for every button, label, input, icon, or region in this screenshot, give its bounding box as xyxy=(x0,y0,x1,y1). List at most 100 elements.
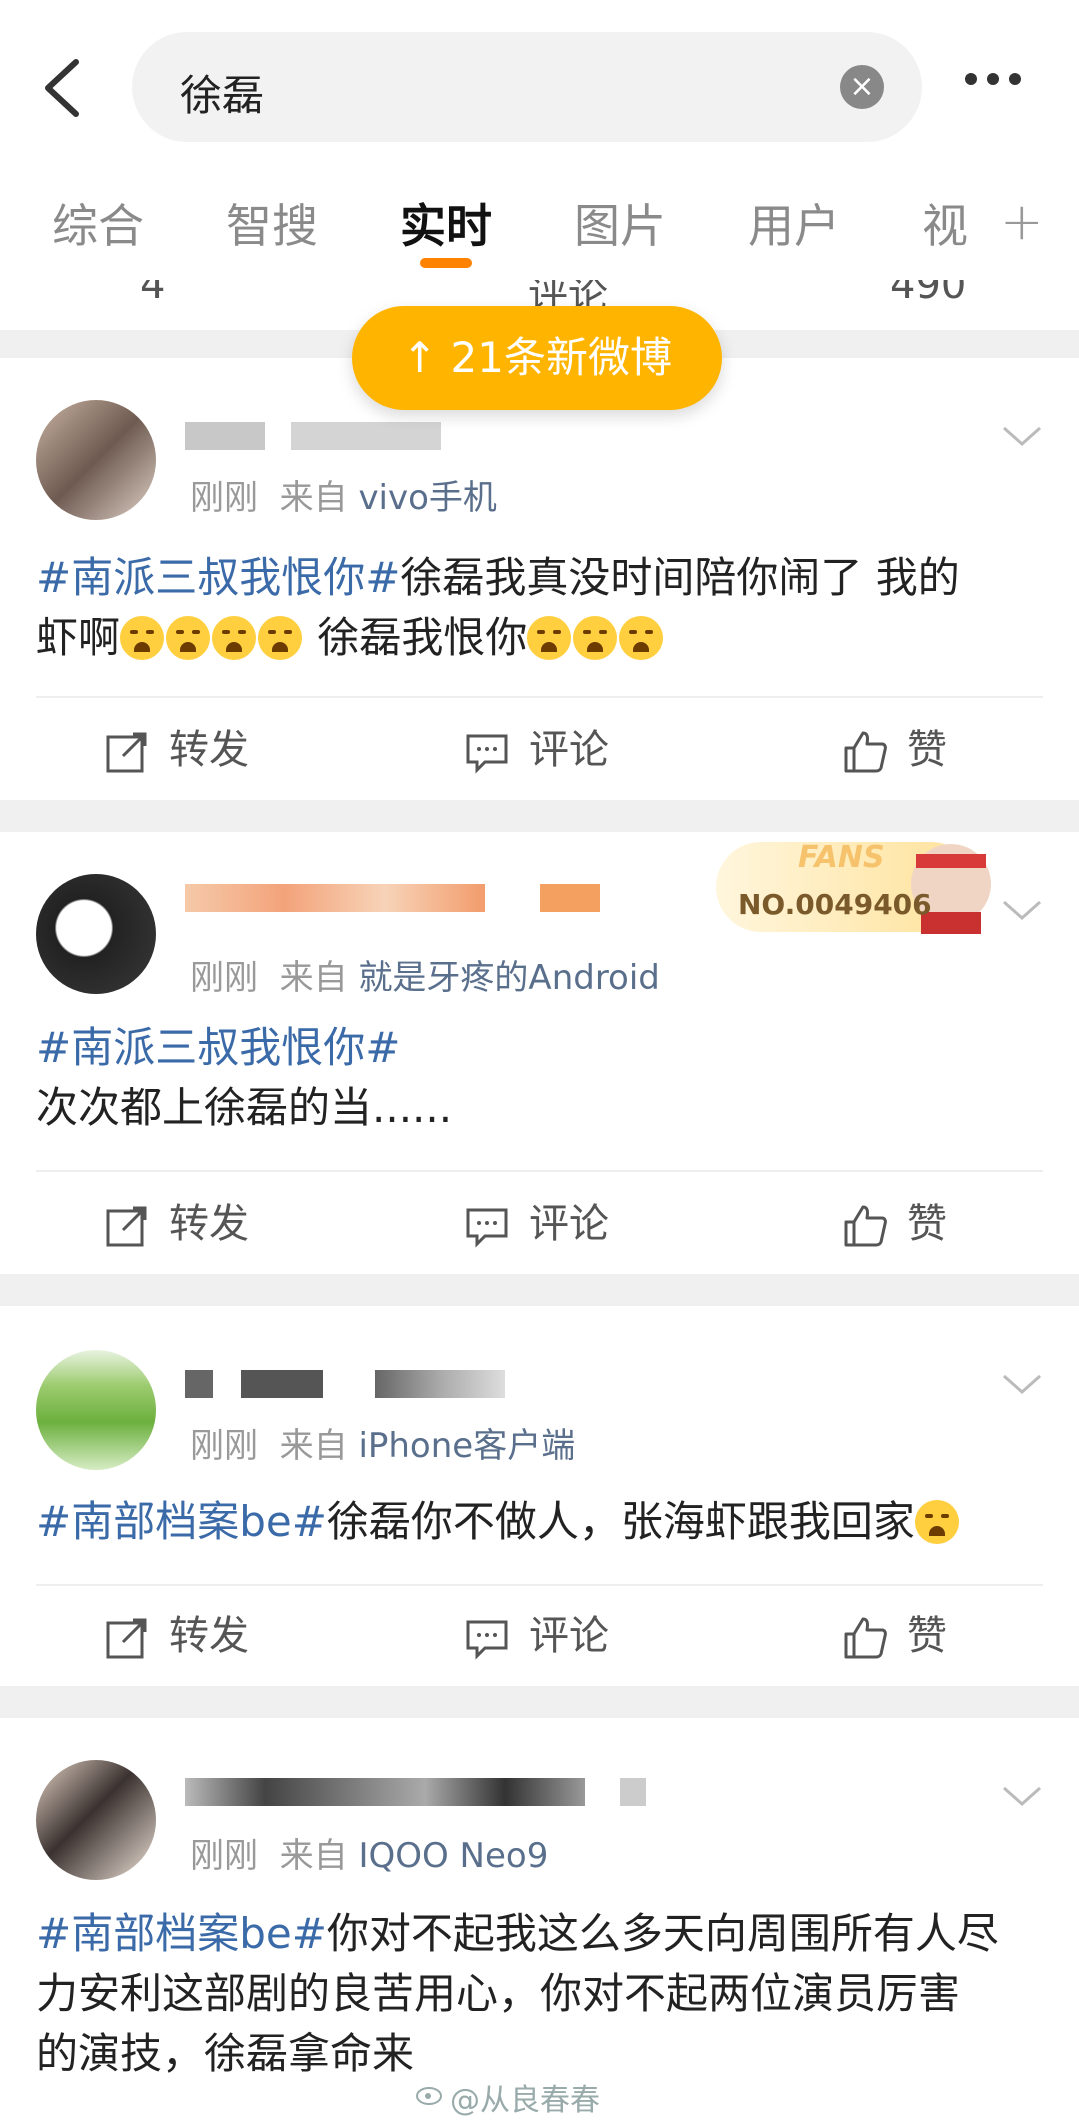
thumbs-up-icon xyxy=(844,1205,887,1247)
post-from-label: 来自 xyxy=(279,478,348,518)
post-meta: 刚刚 来自 IQOO Neo9 xyxy=(190,1828,548,1877)
post-time: 刚刚 xyxy=(190,1836,258,1876)
chevron-down-icon[interactable] xyxy=(1000,1368,1044,1398)
post-text: #南部档案be#你对不起我这么多天向周围所有人尽 力安利这部剧的良苦用心，你对不… xyxy=(36,1904,1046,2084)
crying-emoji-icon xyxy=(166,616,211,660)
repost-icon xyxy=(106,1206,147,1247)
post-source: vivo手机 xyxy=(358,478,497,518)
post-meta: 刚刚 来自 vivo手机 xyxy=(190,470,497,519)
like-button[interactable]: 赞 xyxy=(843,1194,1003,1254)
active-tab-indicator xyxy=(420,258,472,268)
post-source: iPhone客户端 xyxy=(358,1426,576,1466)
repost-button[interactable]: 转发 xyxy=(105,1606,305,1666)
post-source: IQOO Neo9 xyxy=(358,1836,549,1876)
post-time: 刚刚 xyxy=(190,478,258,518)
repost-button[interactable]: 转发 xyxy=(105,1194,305,1254)
comment-label: 评论 xyxy=(529,1613,609,1659)
weibo-logo-icon xyxy=(416,2087,442,2105)
chevron-down-icon[interactable] xyxy=(1000,420,1044,450)
post-time: 刚刚 xyxy=(190,1426,258,1466)
chevron-down-icon[interactable] xyxy=(1000,1780,1044,1810)
avatar[interactable] xyxy=(36,400,156,520)
search-box[interactable]: 徐磊 × xyxy=(132,32,922,142)
comment-button[interactable]: 评论 xyxy=(465,720,665,780)
post-meta: 刚刚 来自 就是牙疼的Android xyxy=(190,950,660,999)
post-source: 就是牙疼的Android xyxy=(358,958,660,998)
tab-realtime[interactable]: 实时 xyxy=(400,190,492,256)
crying-emoji-icon xyxy=(258,616,303,660)
like-label: 赞 xyxy=(907,727,947,773)
post-text-line1: 徐磊我真没时间陪你闹了 我的 xyxy=(400,553,960,602)
watermark: @从良春春 xyxy=(450,2083,600,2118)
post-text-line1: 徐磊你不做人，张海虾跟我回家 xyxy=(326,1497,915,1546)
tab-images[interactable]: 图片 xyxy=(574,190,666,256)
post-text-line1: 次次都上徐磊的当...... xyxy=(36,1083,453,1132)
crying-emoji-icon xyxy=(527,616,572,660)
comment-label: 评论 xyxy=(529,1201,609,1247)
post-from-label: 来自 xyxy=(279,958,348,998)
crying-emoji-icon xyxy=(120,616,165,660)
tab-bar: 综合 智搜 实时 图片 用户 视 + xyxy=(0,178,1079,280)
post-text: #南部档案be#徐磊你不做人，张海虾跟我回家 xyxy=(36,1492,1046,1552)
tab-users[interactable]: 用户 xyxy=(748,190,840,256)
comment-label: 评论 xyxy=(529,727,609,773)
repost-icon xyxy=(106,732,147,773)
post-text-line2: 力安利这部剧的良苦用心，你对不起两位演员厉害 xyxy=(36,1969,961,2018)
clear-search-icon[interactable]: × xyxy=(840,65,884,109)
back-arrow-icon[interactable] xyxy=(40,58,90,118)
repost-label: 转发 xyxy=(169,727,249,773)
repost-button[interactable]: 转发 xyxy=(105,720,305,780)
hashtag-link[interactable]: #南部档案be# xyxy=(36,1909,327,1958)
post-card: 刚刚 来自 IQOO Neo9 #南部档案be#你对不起我这么多天向周围所有人尽… xyxy=(0,1718,1079,2128)
post-text-line1: 你对不起我这么多天向周围所有人尽 xyxy=(326,1909,999,1958)
hashtag-link[interactable]: #南派三叔我恨你# xyxy=(36,1023,400,1072)
like-label: 赞 xyxy=(907,1613,947,1659)
search-input[interactable]: 徐磊 xyxy=(180,62,264,123)
prev-repost-count[interactable]: 4 xyxy=(140,280,165,308)
tab-comprehensive[interactable]: 综合 xyxy=(52,190,144,256)
post-text-line3: 的演技，徐磊拿命来 xyxy=(36,2029,415,2078)
post-text: #南派三叔我恨你# 次次都上徐磊的当...... xyxy=(36,1018,1046,1138)
avatar[interactable] xyxy=(36,874,156,994)
divider xyxy=(36,696,1043,698)
comment-button[interactable]: 评论 xyxy=(465,1606,665,1666)
post-time: 刚刚 xyxy=(190,958,258,998)
fans-label: FANS xyxy=(798,840,885,875)
like-button[interactable]: 赞 xyxy=(843,1606,1003,1666)
post-text-line3: 徐磊我恨你 xyxy=(304,613,528,662)
divider xyxy=(36,1170,1043,1172)
chevron-down-icon[interactable] xyxy=(1000,894,1044,924)
post-card: 刚刚 来自 vivo手机 #南派三叔我恨你#徐磊我真没时间陪你闹了 我的 虾啊 … xyxy=(0,358,1079,800)
crying-emoji-icon xyxy=(619,616,664,660)
comment-button[interactable]: 评论 xyxy=(465,1194,665,1254)
crying-emoji-icon xyxy=(914,1500,959,1544)
add-tab-icon[interactable]: + xyxy=(1000,192,1044,252)
crying-emoji-icon xyxy=(212,616,257,660)
like-button[interactable]: 赞 xyxy=(843,720,1003,780)
repost-label: 转发 xyxy=(169,1613,249,1659)
fans-number: NO.0049406 xyxy=(738,888,932,921)
post-meta: 刚刚 来自 iPhone客户端 xyxy=(190,1418,575,1467)
new-posts-pill[interactable]: ↑ 21条新微博 xyxy=(352,306,722,410)
tab-smart-search[interactable]: 智搜 xyxy=(226,190,318,256)
new-posts-label: 21条新微博 xyxy=(450,333,672,382)
hashtag-link[interactable]: #南部档案be# xyxy=(36,1497,327,1546)
tab-video[interactable]: 视 xyxy=(922,190,968,256)
thumbs-up-icon xyxy=(844,1617,887,1659)
fans-badge[interactable]: FANS NO.0049406 xyxy=(716,832,998,936)
repost-icon xyxy=(106,1618,147,1659)
repost-label: 转发 xyxy=(169,1201,249,1247)
avatar[interactable] xyxy=(36,1760,156,1880)
more-options-icon[interactable] xyxy=(965,70,1035,100)
crying-emoji-icon xyxy=(573,616,618,660)
prev-like-count[interactable]: 490 xyxy=(890,280,966,308)
top-bar: 徐磊 × xyxy=(0,0,1079,178)
comment-icon xyxy=(466,734,508,774)
post-card: 刚刚 来自 iPhone客户端 #南部档案be#徐磊你不做人，张海虾跟我回家 转… xyxy=(0,1306,1079,1686)
divider xyxy=(36,1584,1043,1586)
post-card: FANS NO.0049406 刚刚 来自 就是牙疼的Android #南派三叔… xyxy=(0,832,1079,1274)
post-text-line2: 虾啊 xyxy=(36,613,121,662)
hashtag-link[interactable]: #南派三叔我恨你# xyxy=(36,553,400,602)
comment-icon xyxy=(466,1620,508,1660)
avatar[interactable] xyxy=(36,1350,156,1470)
